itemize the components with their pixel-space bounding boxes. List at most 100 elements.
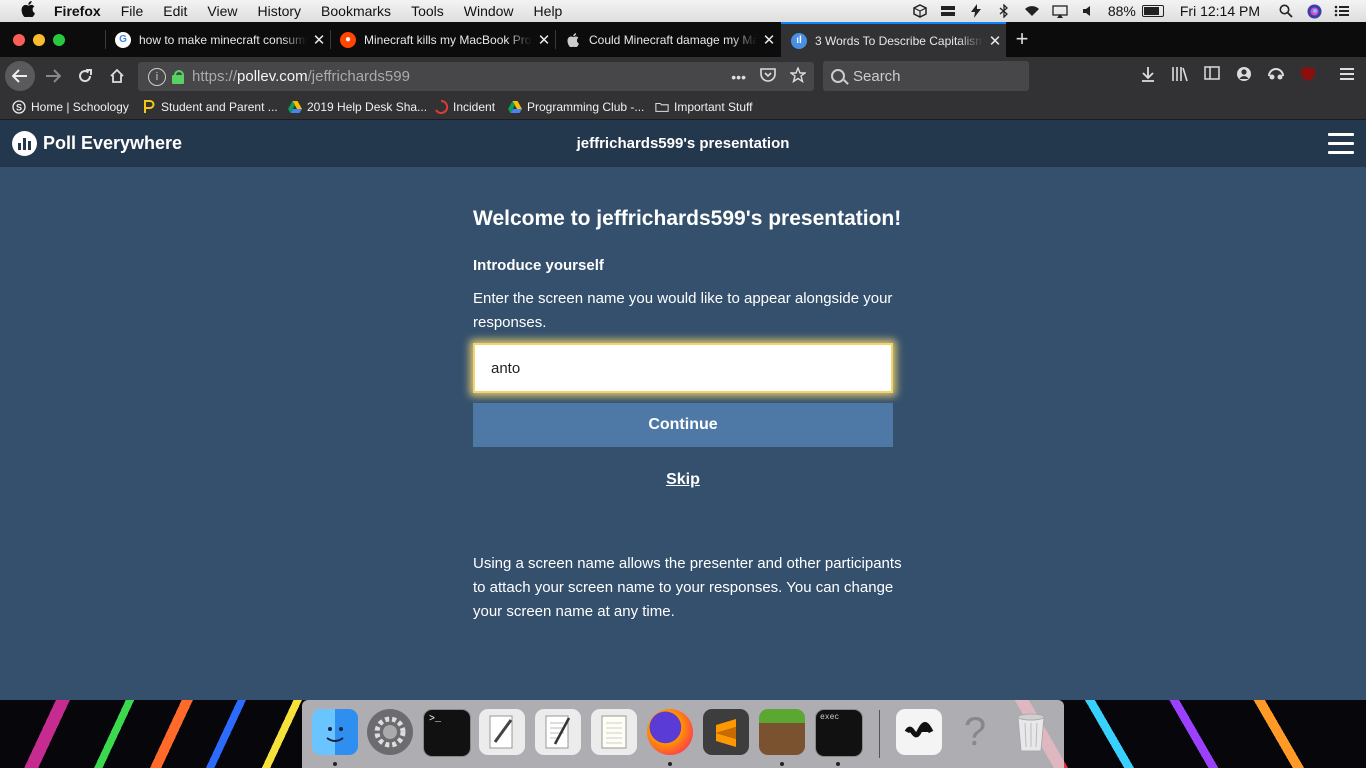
exec-terminal-icon[interactable]: exec [815,709,863,757]
forward-button[interactable] [39,62,67,90]
close-window-button[interactable] [13,34,25,46]
terminal-icon[interactable]: >_ [423,709,471,757]
close-tab-icon[interactable]: ✕ [761,31,777,49]
google-icon: G [115,31,131,48]
bookmark-important-stuff[interactable]: Important Stuff [655,99,753,115]
bookmark-help-desk[interactable]: 2019 Help Desk Sha... [288,99,427,115]
screen-name-input[interactable] [473,343,893,393]
exec-label: exec [820,713,840,722]
menu-history[interactable]: History [257,3,301,19]
stack-icon[interactable] [940,4,956,18]
page-actions-icon[interactable]: ••• [731,69,746,85]
volume-icon[interactable] [1080,4,1096,18]
url-scheme: https:// [192,68,238,85]
ublock-icon[interactable] [1298,66,1318,86]
account-icon[interactable] [1234,66,1254,86]
close-tab-icon[interactable]: ✕ [987,32,1003,50]
tab-apple-support[interactable]: Could Minecraft damage my Mac ✕ [555,22,780,57]
continue-button[interactable]: Continue [473,403,893,447]
powerschool-icon [142,100,156,114]
library-icon[interactable] [1170,66,1190,86]
menu-edit[interactable]: Edit [163,3,187,19]
menu-view[interactable]: View [207,3,237,19]
script-editor-icon[interactable] [479,709,525,755]
lightning-icon[interactable] [968,4,984,18]
minimize-window-button[interactable] [33,34,45,46]
reload-button[interactable] [71,62,99,90]
spotlight-icon[interactable] [1278,4,1294,18]
site-info-icon[interactable]: i [148,67,166,86]
search-icon [831,69,845,83]
trash-icon[interactable] [1008,709,1054,755]
bookmark-label: Home | Schoology [31,100,129,114]
wifi-icon[interactable] [1024,4,1040,18]
tab-google-search[interactable]: G how to make minecraft consume ✕ [105,22,330,57]
box-icon[interactable] [912,4,928,18]
google-drive-icon [288,100,302,114]
tab-title: Minecraft kills my MacBook Pro [364,32,532,47]
skip-link[interactable]: Skip [473,471,893,489]
tab-title: Could Minecraft damage my Mac [589,32,757,47]
tab-strip: G how to make minecraft consume ✕ ● Mine… [0,22,1366,57]
extension-icon[interactable] [1266,66,1286,86]
siri-icon[interactable] [1306,4,1322,18]
bookmark-label: Important Stuff [674,100,753,114]
menu-app-firefox[interactable]: Firefox [54,3,101,19]
help-icon[interactable]: ? [952,709,998,755]
bookmark-star-icon[interactable] [788,66,808,86]
system-preferences-icon[interactable] [367,709,413,755]
bookmark-programming-club[interactable]: Programming Club -... [508,99,644,115]
search-input[interactable]: Search [823,61,1029,91]
tab-poll-everywhere[interactable]: ıl 3 Words To Describe Capitalism ✕ [781,22,1006,57]
pocket-icon[interactable] [760,68,776,85]
menu-help[interactable]: Help [534,3,563,19]
apple-menu-icon[interactable] [18,1,38,21]
instructions-text: Enter the screen name you would like to … [473,290,893,331]
menu-tools[interactable]: Tools [411,3,444,19]
menu-file[interactable]: File [121,3,144,19]
bookmark-label: Incident [453,100,496,114]
sidebar-icon[interactable] [1202,66,1222,86]
home-button[interactable] [103,62,131,90]
zoom-window-button[interactable] [53,34,65,46]
firefox-icon[interactable] [647,709,693,755]
notes-icon[interactable] [591,709,637,755]
airplay-icon[interactable] [1052,4,1068,18]
bluetooth-icon[interactable] [996,4,1012,18]
dock-separator [879,710,880,758]
url-domain: pollev.com [237,68,308,85]
back-button[interactable] [5,61,35,91]
new-tab-button[interactable]: + [1012,26,1032,52]
bookmark-schoology[interactable]: S Home | Schoology [12,99,129,115]
textedit-icon[interactable] [535,709,581,755]
close-tab-icon[interactable]: ✕ [536,31,552,49]
notification-center-icon[interactable] [1334,4,1350,18]
address-bar[interactable]: i https:// pollev.com /jeffrichards599 •… [138,62,814,91]
menu-window[interactable]: Window [464,3,514,19]
running-indicator [668,762,672,766]
search-placeholder: Search [853,67,901,85]
bookmark-incident[interactable]: Incident [434,99,495,115]
battery-percent[interactable]: 88% [1108,3,1136,19]
menu-bookmarks[interactable]: Bookmarks [321,3,391,19]
screen-name-explanation: Using a screen name allows the presenter… [473,555,902,620]
close-tab-icon[interactable]: ✕ [311,31,327,49]
site-menu-icon[interactable] [1328,133,1354,155]
running-indicator [780,762,784,766]
clock[interactable]: Fri 12:14 PM [1180,3,1260,19]
hamburger-menu-icon[interactable] [1337,66,1357,86]
running-indicator [333,762,337,766]
tab-reddit[interactable]: ● Minecraft kills my MacBook Pro ✕ [330,22,555,57]
navigation-toolbar: i https:// pollev.com /jeffrichards599 •… [0,57,1366,130]
lock-icon [172,69,184,84]
battery-icon[interactable] [1141,5,1164,17]
finder-icon[interactable] [312,709,358,755]
tab-title: 3 Words To Describe Capitalism [815,33,983,48]
downloads-icon[interactable] [1138,66,1158,86]
sublime-text-icon[interactable] [703,709,749,755]
bookmark-label: Programming Club -... [527,100,645,114]
bookmark-student-parent[interactable]: Student and Parent ... [142,99,278,115]
page-viewport: Poll Everywhere jeffrichards599's presen… [0,120,1366,700]
minecraft-icon[interactable] [759,709,805,755]
grapher-icon[interactable] [896,709,942,755]
